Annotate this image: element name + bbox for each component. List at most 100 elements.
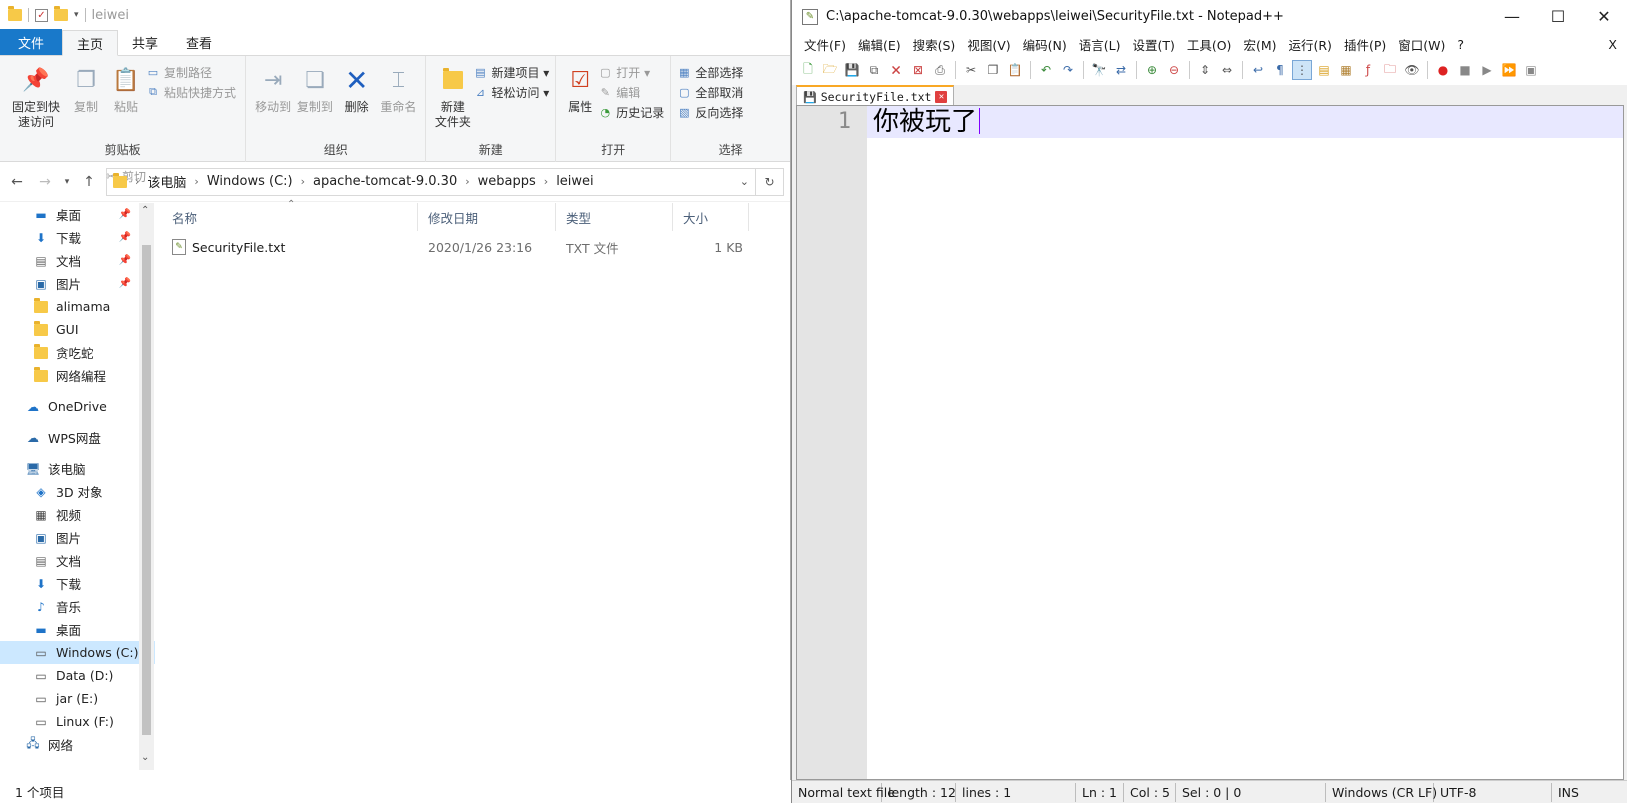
tab-home[interactable]: 主页 <box>62 30 119 56</box>
nav-item-drive-c[interactable]: ▭ Windows (C:) <box>0 641 155 664</box>
select-all-button[interactable]: ▦ 全部选择 <box>677 62 784 82</box>
nav-item-network-programming[interactable]: 网络编程 <box>0 364 155 387</box>
maximize-icon[interactable]: ☐ <box>1535 0 1581 33</box>
cut-icon[interactable]: ✂ <box>961 60 981 80</box>
nav-item-this-pc[interactable]: 🖥 该电脑 <box>0 457 155 480</box>
close-all-icon[interactable]: ⊠ <box>908 60 928 80</box>
save-all-icon[interactable]: ⧉ <box>864 60 884 80</box>
column-header-type[interactable]: 类型 <box>556 203 673 231</box>
print-icon[interactable]: ⎙ <box>930 60 950 80</box>
new-folder-quick-icon[interactable] <box>54 6 68 21</box>
open-file-icon[interactable]: 🗁 <box>820 60 840 80</box>
delete-button[interactable]: ✕ 删除 <box>336 60 378 115</box>
copy-to-button[interactable]: ❏ 复制到 <box>294 60 336 115</box>
editor-area[interactable]: 1 你被玩了 <box>796 105 1624 780</box>
indent-guide-icon[interactable]: ⋮ <box>1292 60 1312 80</box>
tab-file[interactable]: 文件 <box>0 29 63 55</box>
address-dropdown-chevron-icon[interactable]: ⌄ <box>740 175 749 188</box>
menu-tools[interactable]: 工具(O) <box>1181 35 1238 54</box>
minimize-icon[interactable]: — <box>1489 0 1535 33</box>
nav-item-pc-desktop[interactable]: ▬ 桌面 <box>0 618 155 641</box>
paste-shortcut-button[interactable]: ⧉ 粘贴快捷方式 <box>146 82 236 102</box>
play-macro-icon[interactable]: ▶ <box>1477 60 1497 80</box>
status-eol[interactable]: Windows (CR LF) <box>1326 782 1437 802</box>
find-icon[interactable]: 🔭 <box>1089 60 1109 80</box>
status-encoding[interactable]: UTF-8 <box>1434 782 1552 802</box>
close-icon[interactable]: ✕ <box>1581 0 1627 33</box>
new-item-button[interactable]: ▤ 新建项目 ▾ <box>473 62 549 82</box>
nav-item-downloads[interactable]: ⬇ 下载 📌 <box>0 226 155 249</box>
menu-language[interactable]: 语言(L) <box>1073 35 1127 54</box>
tab-share[interactable]: 共享 <box>118 29 172 55</box>
nav-item-pc-downloads[interactable]: ⬇ 下载 <box>0 572 155 595</box>
nav-item-documents[interactable]: ▤ 文档 📌 <box>0 249 155 272</box>
nav-item-gui[interactable]: GUI <box>0 318 155 341</box>
record-macro-icon[interactable]: ● <box>1433 60 1453 80</box>
undo-icon[interactable]: ↶ <box>1036 60 1056 80</box>
pin-quick-access-button[interactable]: 📌 固定到快 速访问 <box>6 60 66 130</box>
copy-path-button[interactable]: ▭ 复制路径 <box>146 62 236 82</box>
zoom-in-icon[interactable]: ⊕ <box>1142 60 1162 80</box>
function-list-icon[interactable]: ƒ <box>1358 60 1378 80</box>
stop-macro-icon[interactable]: ■ <box>1455 60 1475 80</box>
menu-plugins[interactable]: 插件(P) <box>1338 35 1392 54</box>
tab-close-icon[interactable]: ✕ <box>935 91 948 103</box>
word-wrap-icon[interactable]: ↩ <box>1248 60 1268 80</box>
new-file-icon[interactable]: 🗋 <box>798 60 818 80</box>
move-to-button[interactable]: ⇥ 移动到 <box>252 60 294 115</box>
menu-file[interactable]: 文件(F) <box>798 35 852 54</box>
breadcrumb-item[interactable]: 该电脑 <box>147 172 186 191</box>
menu-settings[interactable]: 设置(T) <box>1126 35 1180 54</box>
copy-button[interactable]: ❐ 复制 <box>66 60 106 130</box>
forward-arrow-icon[interactable]: → <box>34 174 56 190</box>
replace-icon[interactable]: ⇄ <box>1111 60 1131 80</box>
column-header-date[interactable]: 修改日期 <box>418 203 556 231</box>
open-button[interactable]: ▢ 打开 ▾ <box>598 62 664 82</box>
breadcrumb-item[interactable]: leiwei <box>556 174 593 189</box>
sync-horizontal-icon[interactable]: ⇔ <box>1217 60 1237 80</box>
nav-item-alimama[interactable]: alimama <box>0 295 155 318</box>
easy-access-button[interactable]: ⊿ 轻松访问 ▾ <box>473 82 549 102</box>
nav-item-pictures[interactable]: ▣ 图片 📌 <box>0 272 155 295</box>
menu-run[interactable]: 运行(R) <box>1282 35 1337 54</box>
nav-item-videos[interactable]: ▦ 视频 <box>0 503 155 526</box>
edit-button[interactable]: ✎ 编辑 <box>598 82 664 102</box>
scroll-down-icon[interactable]: ⌄ <box>141 752 149 763</box>
paste-icon[interactable]: 📋 <box>1005 60 1025 80</box>
nav-item-pc-pictures[interactable]: ▣ 图片 <box>0 526 155 549</box>
refresh-icon[interactable]: ↻ <box>756 167 784 196</box>
back-arrow-icon[interactable]: ← <box>6 174 28 190</box>
run-macro-multiple-icon[interactable]: ⏩ <box>1499 60 1519 80</box>
nav-item-drive-d[interactable]: ▭ Data (D:) <box>0 664 155 687</box>
menu-encoding[interactable]: 编码(N) <box>1017 35 1073 54</box>
nav-item-desktop[interactable]: ▬ 桌面 📌 <box>0 203 155 226</box>
save-macro-icon[interactable]: ▣ <box>1521 60 1541 80</box>
nav-item-drive-f[interactable]: ▭ Linux (F:) <box>0 710 155 733</box>
show-all-chars-icon[interactable]: ¶ <box>1270 60 1290 80</box>
menu-view[interactable]: 视图(V) <box>961 35 1016 54</box>
nav-item-drive-e[interactable]: ▭ jar (E:) <box>0 687 155 710</box>
recent-chevron-icon[interactable]: ▾ <box>62 177 72 187</box>
nav-item-onedrive[interactable]: ☁ OneDrive <box>0 395 155 418</box>
up-arrow-icon[interactable]: ↑ <box>78 174 100 190</box>
menu-window[interactable]: 窗口(W) <box>1392 35 1451 54</box>
nav-item-network[interactable]: 🖧 网络 <box>0 733 155 756</box>
menu-search[interactable]: 搜索(S) <box>907 35 962 54</box>
folder-workspace-icon[interactable]: 🗀 <box>1380 60 1400 80</box>
nav-item-snake[interactable]: 贪吃蛇 <box>0 341 155 364</box>
tab-securityfile[interactable]: 💾 SecurityFile.txt ✕ <box>796 85 955 107</box>
redo-icon[interactable]: ↷ <box>1058 60 1078 80</box>
monitoring-icon[interactable]: 👁 <box>1402 60 1422 80</box>
menu-edit[interactable]: 编辑(E) <box>852 35 907 54</box>
breadcrumb-item[interactable]: Windows (C:) <box>207 174 293 189</box>
udl-icon[interactable]: ▤ <box>1314 60 1334 80</box>
sync-vertical-icon[interactable]: ⇕ <box>1195 60 1215 80</box>
nav-item-wps[interactable]: ☁ WPS网盘 <box>0 426 155 449</box>
properties-button[interactable]: ☑ 属性 <box>562 60 598 122</box>
scroll-up-icon[interactable]: ⌃ <box>141 205 149 216</box>
doc-map-icon[interactable]: ▦ <box>1336 60 1356 80</box>
history-button[interactable]: ◔ 历史记录 <box>598 102 664 122</box>
menu-help[interactable]: ? <box>1451 37 1470 52</box>
menu-macro[interactable]: 宏(M) <box>1237 35 1282 54</box>
paste-button[interactable]: 📋 粘贴 <box>106 60 146 130</box>
